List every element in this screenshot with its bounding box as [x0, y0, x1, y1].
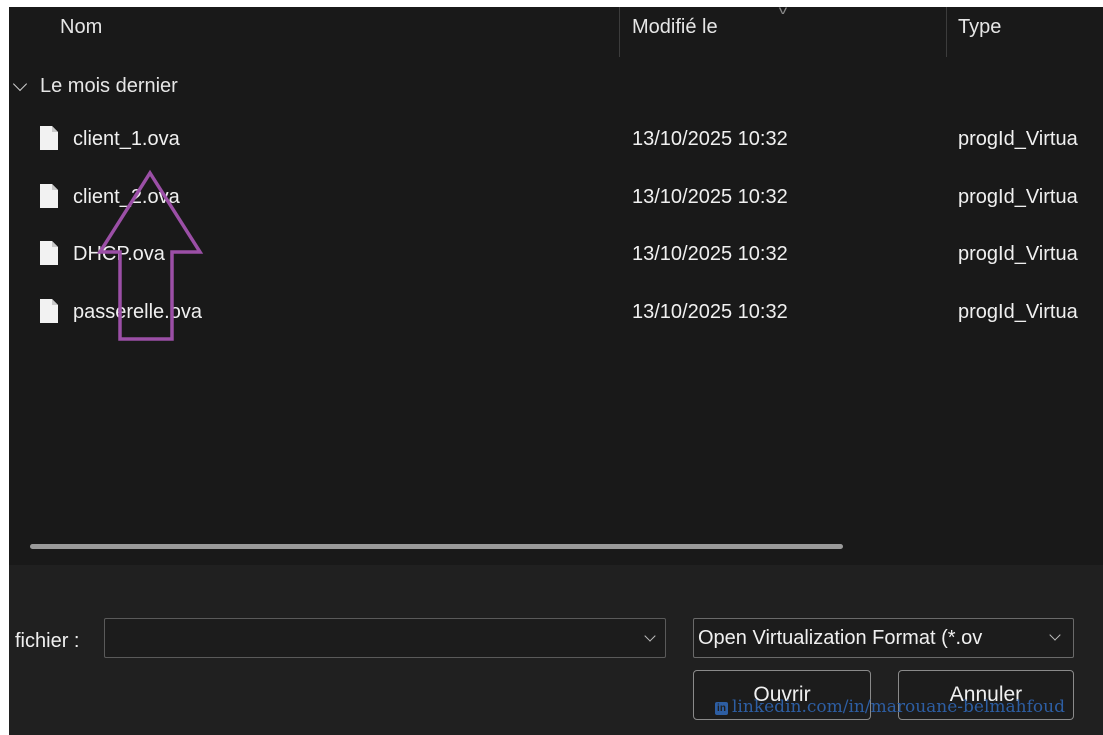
file-type-selected: Open Virtualization Format (*.ov [698, 627, 983, 649]
column-header-modified[interactable]: Modifié le [632, 16, 718, 39]
dialog-footer: fichier : Open Virtualization Format (*.… [9, 565, 1103, 735]
watermark: in linkedin.com/in/marouane-belmahfoud [715, 697, 1065, 717]
filename-input[interactable] [104, 618, 666, 658]
column-header-name[interactable]: Nom [60, 16, 102, 39]
group-header-last-month[interactable]: Le mois dernier [9, 75, 609, 105]
watermark-text: linkedin.com/in/marouane-belmahfoud [732, 697, 1065, 717]
linkedin-icon: in [715, 702, 728, 715]
group-label: Le mois dernier [40, 75, 178, 97]
column-header-type[interactable]: Type [958, 16, 1001, 39]
file-icon [40, 184, 58, 208]
horizontal-scrollbar[interactable] [30, 544, 843, 549]
column-divider[interactable] [619, 7, 620, 57]
file-type-select[interactable]: Open Virtualization Format (*.ov [693, 618, 1074, 658]
file-icon [40, 241, 58, 265]
file-name: client_1.ova [73, 128, 180, 150]
sort-caret-icon: v [778, 7, 788, 17]
column-divider[interactable] [946, 7, 947, 57]
file-type: progId_Virtua [958, 243, 1078, 265]
file-icon [40, 126, 58, 150]
file-modified: 13/10/2025 10:32 [632, 186, 788, 208]
file-type: progId_Virtua [958, 186, 1078, 208]
file-modified: 13/10/2025 10:32 [632, 301, 788, 323]
chevron-down-icon[interactable] [12, 76, 28, 92]
file-type: progId_Virtua [958, 301, 1078, 323]
chevron-down-icon[interactable] [1049, 629, 1061, 641]
file-open-dialog: Nom v Modifié le Type Le mois dernier cl… [9, 7, 1103, 735]
file-type: progId_Virtua [958, 128, 1078, 150]
filename-label: fichier : [15, 630, 80, 652]
file-icon [40, 299, 58, 323]
file-row[interactable]: client_1.ova 13/10/2025 10:32 progId_Vir… [9, 121, 1103, 167]
file-modified: 13/10/2025 10:32 [632, 243, 788, 265]
file-modified: 13/10/2025 10:32 [632, 128, 788, 150]
column-header-row: Nom v Modifié le Type [9, 7, 1103, 57]
arrow-up-annotation [97, 169, 204, 341]
